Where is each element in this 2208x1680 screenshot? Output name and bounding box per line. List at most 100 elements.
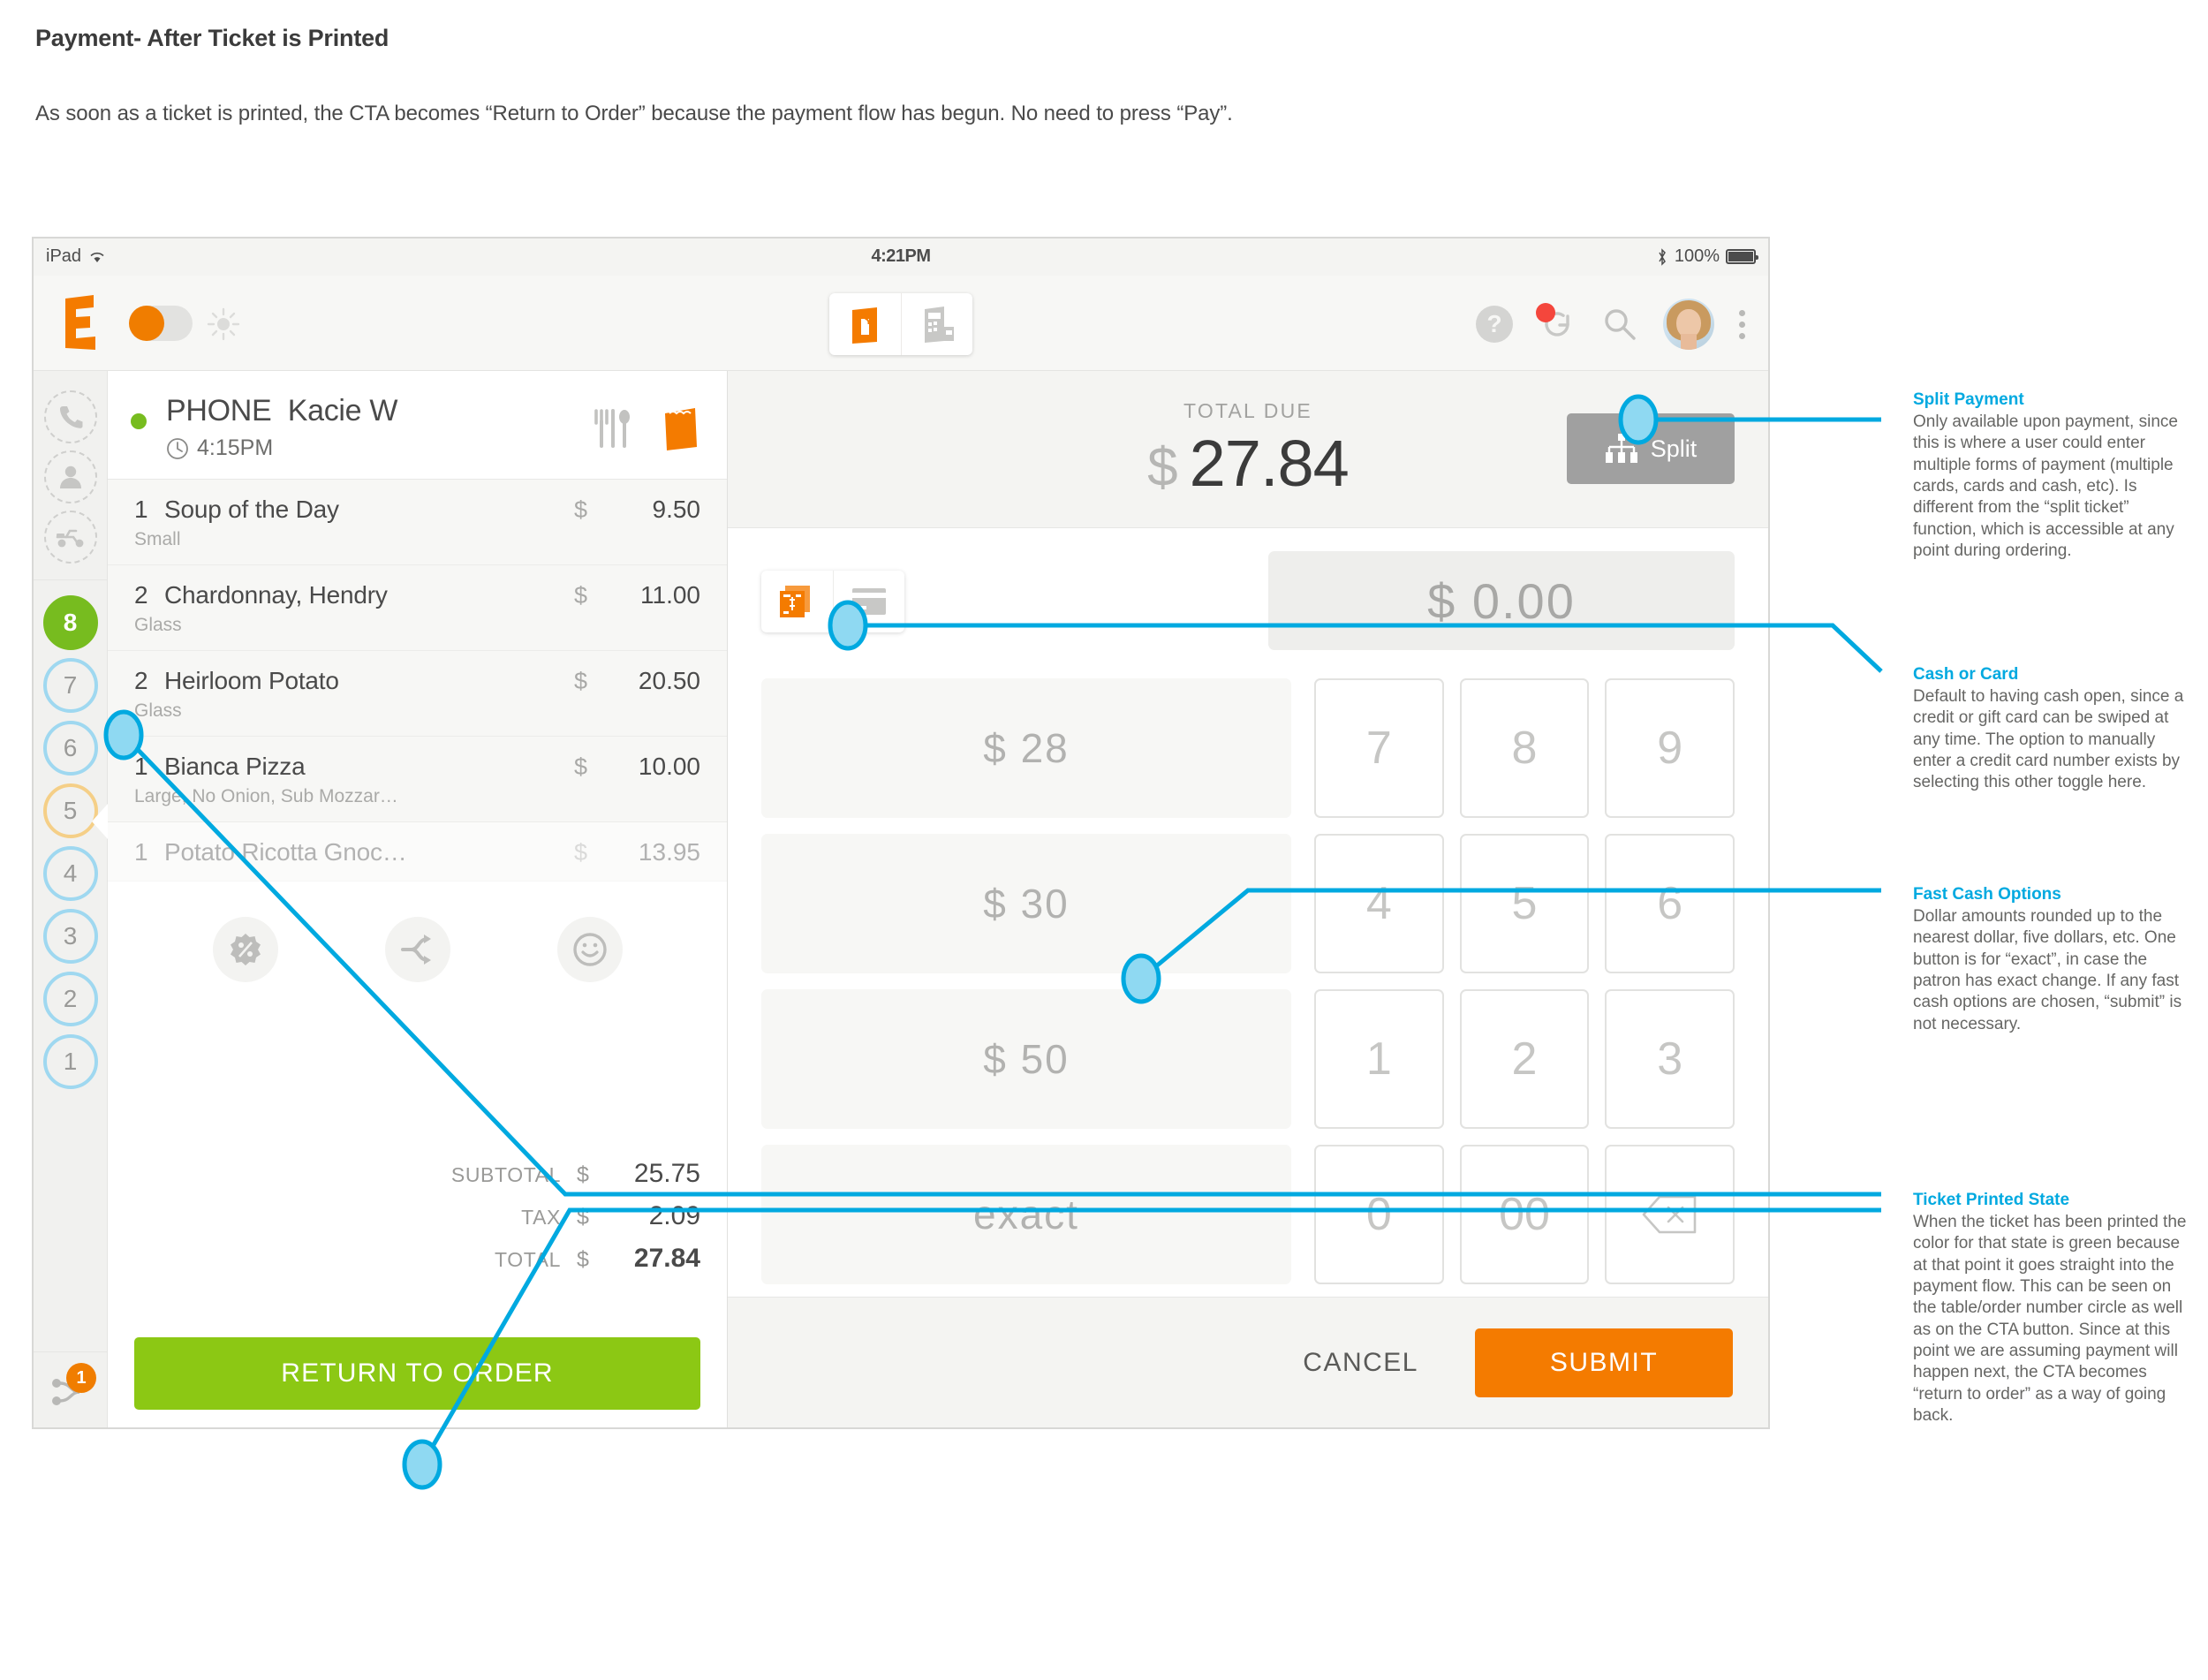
smiley-button[interactable]	[556, 917, 623, 982]
tab-order[interactable]	[829, 293, 901, 355]
rail-item-delivery[interactable]	[43, 511, 97, 564]
ios-status-bar: iPad 4:21PM 100%	[34, 238, 1768, 276]
key-5[interactable]: 5	[1459, 834, 1590, 973]
item-modifier: Glass	[134, 700, 182, 721]
help-icon[interactable]: ?	[1476, 306, 1513, 343]
payment-keypad-area: $ 28 $ 30 $ 50 exact 7 8 9 4 5 6 1 2 3 0…	[761, 678, 1735, 1284]
total-label: TAX	[521, 1206, 561, 1229]
key-backspace[interactable]	[1605, 1145, 1735, 1284]
rail-item-phone[interactable]	[43, 390, 97, 443]
payment-footer: CANCEL SUBMIT	[728, 1297, 1768, 1427]
rail-number-1[interactable]: 1	[42, 1034, 98, 1089]
payment-header: TOTAL DUE $27.84 Split	[728, 371, 1768, 528]
credit-card-icon	[851, 588, 886, 615]
total-row-tax: TAX $ 2.09	[451, 1201, 700, 1231]
annotation-title: Split Payment	[1913, 390, 2024, 409]
ticket-status-dot	[131, 413, 147, 429]
item-name: Soup of the Day	[164, 496, 339, 523]
status-time: 4:21PM	[871, 246, 931, 266]
key-1[interactable]: 1	[1314, 989, 1444, 1129]
ticket-time: 4:15PM	[197, 435, 274, 460]
return-to-order-button[interactable]: RETURN TO ORDER	[134, 1337, 700, 1410]
overflow-menu-icon[interactable]	[1739, 309, 1745, 339]
cancel-button[interactable]: CANCEL	[1285, 1339, 1436, 1387]
item-price: 9.50	[652, 496, 701, 523]
ticket-item-row[interactable]: 1 Potato Ricotta Gnoc… $ 13.95	[108, 822, 727, 882]
mode-switch[interactable]	[829, 293, 972, 355]
discount-icon	[230, 934, 261, 965]
item-price: 11.00	[640, 581, 700, 609]
page-root: Payment- After Ticket is Printed As soon…	[0, 0, 2208, 1680]
item-qty: 1	[134, 496, 148, 523]
key-2[interactable]: 2	[1459, 989, 1590, 1129]
ticket-item-row[interactable]: 2 Heirloom Potato $ 20.50 Glass	[108, 651, 727, 737]
cash-icon	[780, 586, 811, 617]
rail-number-3[interactable]: 3	[42, 909, 98, 964]
payment-type-cash[interactable]	[761, 571, 833, 632]
total-currency: $	[577, 1247, 589, 1272]
rail-number-5[interactable]: 5	[42, 783, 98, 838]
takeout-bag-icon[interactable]	[658, 405, 704, 452]
avatar[interactable]	[1663, 299, 1714, 350]
smiley-icon	[572, 933, 607, 966]
rail-bottom[interactable]: 1	[34, 1351, 107, 1427]
sync-button[interactable]	[1536, 303, 1577, 344]
fast-cash-button[interactable]: $ 50	[761, 989, 1291, 1129]
rail-number-8[interactable]: 8	[42, 595, 98, 650]
fast-cash-exact-button[interactable]: exact	[761, 1145, 1291, 1284]
app-logo-icon	[65, 295, 95, 350]
person-icon	[59, 465, 81, 488]
rail-item-person[interactable]	[43, 450, 97, 503]
payment-type-toggle[interactable]	[761, 571, 904, 632]
total-value: 2.09	[648, 1201, 700, 1230]
key-6[interactable]: 6	[1605, 834, 1735, 973]
dine-in-utensils-icon[interactable]	[589, 405, 635, 451]
page-subtitle: As soon as a ticket is printed, the CTA …	[35, 102, 1233, 125]
brightness-sun-icon[interactable]	[207, 307, 240, 341]
item-currency: $	[573, 496, 587, 523]
key-8[interactable]: 8	[1459, 678, 1590, 818]
annotation-title: Cash or Card	[1913, 665, 2019, 684]
sync-alert-dot	[1536, 303, 1555, 322]
annotation-ticket-printed-state: Ticket Printed State When the ticket has…	[1913, 1191, 2196, 1426]
key-0[interactable]: 0	[1314, 1145, 1444, 1284]
annotation-split-payment: Split Payment Only available upon paymen…	[1913, 390, 2196, 562]
key-9[interactable]: 9	[1605, 678, 1735, 818]
search-icon[interactable]	[1601, 306, 1638, 343]
split-button-label: Split	[1650, 435, 1698, 462]
split-button[interactable]	[384, 917, 450, 982]
ticket-item-row[interactable]: 1 Soup of the Day $ 9.50 Small	[108, 480, 727, 565]
fast-cash-column: $ 28 $ 30 $ 50 exact	[761, 678, 1291, 1284]
ticket-item-row[interactable]: 1 Bianca Pizza $ 10.00 Large, No Onion, …	[108, 737, 727, 822]
key-3[interactable]: 3	[1605, 989, 1735, 1129]
ticket-item-row[interactable]: 2 Chardonnay, Hendry $ 11.00 Glass	[108, 565, 727, 651]
item-qty: 1	[134, 753, 148, 780]
total-value: 25.75	[633, 1159, 700, 1188]
annotation-cash-or-card: Cash or Card Default to having cash open…	[1913, 665, 2196, 794]
ticket-header-icons	[589, 405, 704, 452]
payment-panel: TOTAL DUE $27.84 Split $ 0.00 $ 28 $ 30 …	[728, 371, 1768, 1427]
fast-cash-button[interactable]: $ 28	[761, 678, 1291, 818]
item-modifier: Small	[134, 529, 181, 549]
key-4[interactable]: 4	[1314, 834, 1444, 973]
annotation-body: When the ticket has been printed the col…	[1913, 1213, 2187, 1425]
fast-cash-button[interactable]: $ 30	[761, 834, 1291, 973]
item-name: Heirloom Potato	[164, 667, 339, 694]
total-label: TOTAL	[495, 1248, 561, 1271]
rail-number-2[interactable]: 2	[42, 972, 98, 1026]
discount-button[interactable]	[212, 917, 278, 982]
item-currency: $	[573, 753, 587, 780]
rail-number-6[interactable]: 6	[42, 721, 98, 776]
rail-number-4[interactable]: 4	[42, 846, 98, 901]
payment-type-card[interactable]	[832, 571, 905, 632]
rail-number-7[interactable]: 7	[42, 658, 98, 713]
total-row-subtotal: SUBTOTAL $ 25.75	[451, 1159, 700, 1189]
split-payment-button[interactable]: Split	[1567, 413, 1735, 484]
submit-button[interactable]: SUBMIT	[1475, 1328, 1733, 1397]
key-7[interactable]: 7	[1314, 678, 1444, 818]
amount-entered-display[interactable]: $ 0.00	[1268, 551, 1735, 650]
split-hierarchy-icon	[1605, 434, 1637, 463]
tab-register[interactable]	[900, 293, 973, 355]
key-00[interactable]: 00	[1459, 1145, 1590, 1284]
brightness-toggle[interactable]	[129, 306, 193, 341]
